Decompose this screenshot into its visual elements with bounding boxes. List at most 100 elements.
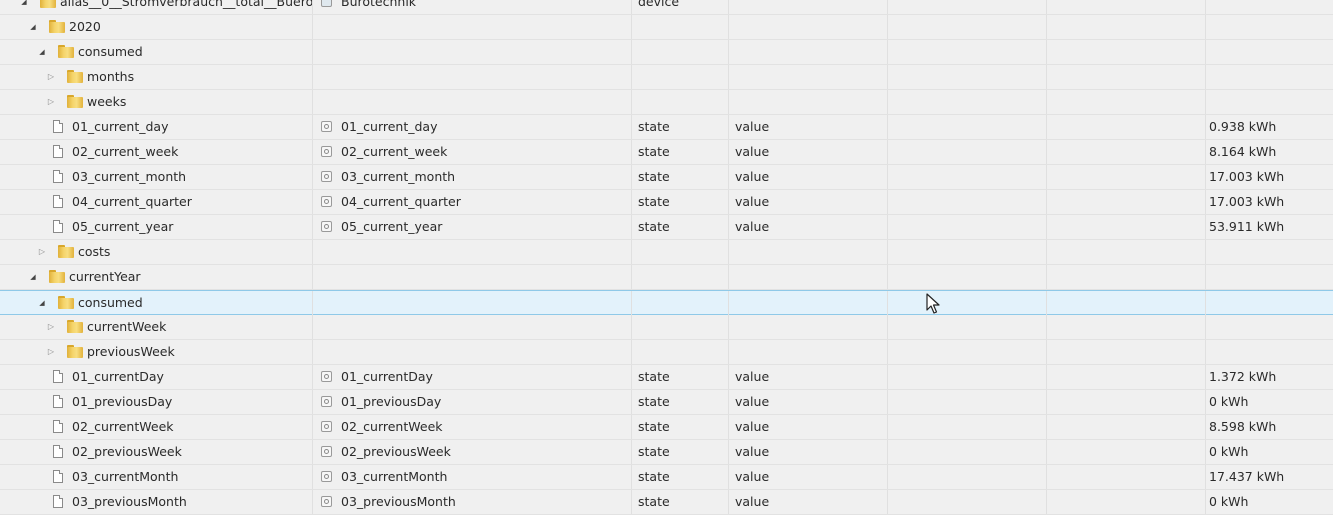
value-cell[interactable]: 0 kWh — [1206, 490, 1333, 514]
collapse-arrow-icon[interactable] — [19, 0, 29, 14]
function-cell — [1047, 240, 1206, 264]
tree-row[interactable]: 05_current_year 05_current_year state value… — [0, 215, 1333, 240]
object-role: value — [735, 469, 770, 484]
object-id-label: previousWeek — [87, 344, 175, 359]
type-cell: state — [632, 465, 729, 489]
value-cell[interactable] — [1206, 291, 1333, 315]
tree-row[interactable]: consumed — [0, 40, 1333, 65]
object-name: 03_currentMonth — [341, 469, 448, 484]
value-cell[interactable]: 17.003 kWh — [1206, 165, 1333, 189]
tree-row[interactable]: 03_currentMonth 03_currentMonth state value… — [0, 465, 1333, 490]
name-cell: 03_previousMonth — [313, 490, 632, 514]
value-cell[interactable] — [1206, 65, 1333, 89]
expand-arrow-icon[interactable] — [46, 90, 56, 114]
file-icon — [53, 170, 63, 183]
file-icon — [53, 395, 63, 408]
room-cell — [888, 115, 1047, 139]
tree-row[interactable]: 03_previousMonth 03_previousMonth state val… — [0, 490, 1333, 515]
type-cell — [632, 240, 729, 264]
value-cell[interactable] — [1206, 265, 1333, 289]
value-cell[interactable]: 8.598 kWh — [1206, 415, 1333, 439]
role-cell: value — [729, 490, 888, 514]
value-cell[interactable]: 1.372 kWh — [1206, 365, 1333, 389]
value-cell[interactable]: 17.003 kWh — [1206, 190, 1333, 214]
id-cell: 2020 — [0, 15, 313, 39]
room-cell — [888, 165, 1047, 189]
tree-row[interactable]: 03_current_month 03_current_month state val… — [0, 165, 1333, 190]
expand-arrow-icon[interactable] — [46, 315, 56, 339]
room-cell — [888, 190, 1047, 214]
room-cell — [888, 215, 1047, 239]
value-cell[interactable] — [1206, 240, 1333, 264]
name-cell: Bürotechnik — [313, 0, 632, 14]
value-cell[interactable]: 8.164 kWh — [1206, 140, 1333, 164]
function-cell — [1047, 165, 1206, 189]
tree-row[interactable]: 2020 — [0, 15, 1333, 40]
function-cell — [1047, 490, 1206, 514]
tree-row[interactable]: 04_current_quarter 04_current_quarter stat… — [0, 190, 1333, 215]
tree-row[interactable]: consumed — [0, 290, 1333, 315]
type-cell: state — [632, 215, 729, 239]
id-cell: 03_currentMonth — [0, 465, 313, 489]
value-cell[interactable] — [1206, 315, 1333, 339]
function-cell — [1047, 315, 1206, 339]
tree-row[interactable]: 01_currentDay 01_currentDay state value 1.37… — [0, 365, 1333, 390]
tree-row[interactable]: previousWeek — [0, 340, 1333, 365]
collapse-arrow-icon[interactable] — [28, 15, 38, 39]
role-cell: value — [729, 190, 888, 214]
collapse-arrow-icon[interactable] — [37, 291, 47, 315]
role-cell — [729, 15, 888, 39]
file-icon — [53, 495, 63, 508]
object-value: 0.938 kWh — [1209, 119, 1277, 134]
name-cell: 04_current_quarter — [313, 190, 632, 214]
collapse-arrow-icon[interactable] — [37, 40, 47, 64]
object-role: value — [735, 194, 770, 209]
id-cell: currentYear — [0, 265, 313, 289]
value-cell[interactable]: 0 kWh — [1206, 440, 1333, 464]
object-role: value — [735, 169, 770, 184]
room-cell — [888, 490, 1047, 514]
object-type: state — [638, 369, 670, 384]
type-cell: state — [632, 490, 729, 514]
state-icon — [321, 446, 332, 457]
folder-icon — [58, 296, 74, 309]
function-cell — [1047, 40, 1206, 64]
tree-row[interactable]: currentYear — [0, 265, 1333, 290]
type-cell: state — [632, 190, 729, 214]
file-icon — [53, 120, 63, 133]
value-cell[interactable] — [1206, 15, 1333, 39]
value-cell[interactable] — [1206, 90, 1333, 114]
name-cell: 02_currentWeek — [313, 415, 632, 439]
value-cell[interactable]: 53.911 kWh — [1206, 215, 1333, 239]
tree-row[interactable]: months — [0, 65, 1333, 90]
name-cell: 02_previousWeek — [313, 440, 632, 464]
object-role: value — [735, 419, 770, 434]
value-cell[interactable]: 0.938 kWh — [1206, 115, 1333, 139]
object-value: 0 kWh — [1209, 394, 1249, 409]
collapse-arrow-icon[interactable] — [28, 265, 38, 289]
value-cell[interactable] — [1206, 0, 1333, 14]
value-cell[interactable]: 0 kWh — [1206, 390, 1333, 414]
tree-row[interactable]: 01_current_day 01_current_day state value 0.… — [0, 115, 1333, 140]
expand-arrow-icon[interactable] — [37, 240, 47, 264]
tree-row[interactable]: 02_currentWeek 02_currentWeek state value 8.… — [0, 415, 1333, 440]
tree-row[interactable]: costs — [0, 240, 1333, 265]
tree-row[interactable]: weeks — [0, 90, 1333, 115]
value-cell[interactable] — [1206, 340, 1333, 364]
name-cell: 02_current_week — [313, 140, 632, 164]
object-value: 8.598 kWh — [1209, 419, 1277, 434]
value-cell[interactable]: 17.437 kWh — [1206, 465, 1333, 489]
tree-row[interactable]: 01_previousDay 01_previousDay state value 0 … — [0, 390, 1333, 415]
tree-row[interactable]: alias__0__Stromverbrauch__total__Buerote… — [0, 0, 1333, 15]
tree-row[interactable]: 02_previousWeek 02_previousWeek state value… — [0, 440, 1333, 465]
tree-row[interactable]: currentWeek — [0, 315, 1333, 340]
object-name: 02_current_week — [341, 144, 448, 159]
expand-arrow-icon[interactable] — [46, 340, 56, 364]
type-cell — [632, 15, 729, 39]
expand-arrow-icon[interactable] — [46, 65, 56, 89]
value-cell[interactable] — [1206, 40, 1333, 64]
state-icon — [321, 171, 332, 182]
id-cell: 02_previousWeek — [0, 440, 313, 464]
tree-row[interactable]: 02_current_week 02_current_week state value… — [0, 140, 1333, 165]
function-cell — [1047, 190, 1206, 214]
